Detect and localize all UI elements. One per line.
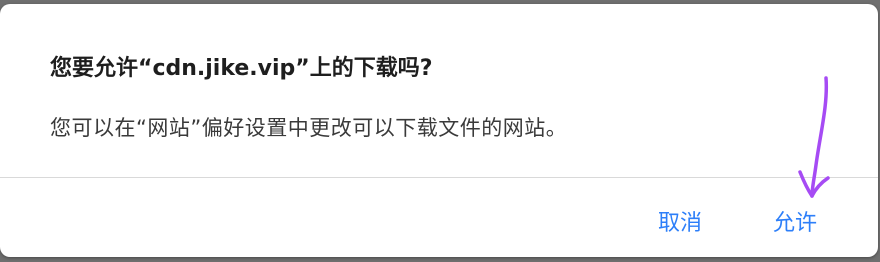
dialog-message: 您可以在“网站”偏好设置中更改可以下载文件的网站。: [50, 116, 568, 140]
annotation-arrow-icon: [798, 76, 830, 198]
dialog-divider: [0, 177, 878, 178]
download-permission-dialog: 您要允许“cdn.jike.vip”上的下载吗? 您可以在“网站”偏好设置中更改…: [0, 4, 878, 257]
cancel-button[interactable]: 取消: [658, 205, 702, 237]
dialog-title: 您要允许“cdn.jike.vip”上的下载吗?: [50, 56, 433, 81]
